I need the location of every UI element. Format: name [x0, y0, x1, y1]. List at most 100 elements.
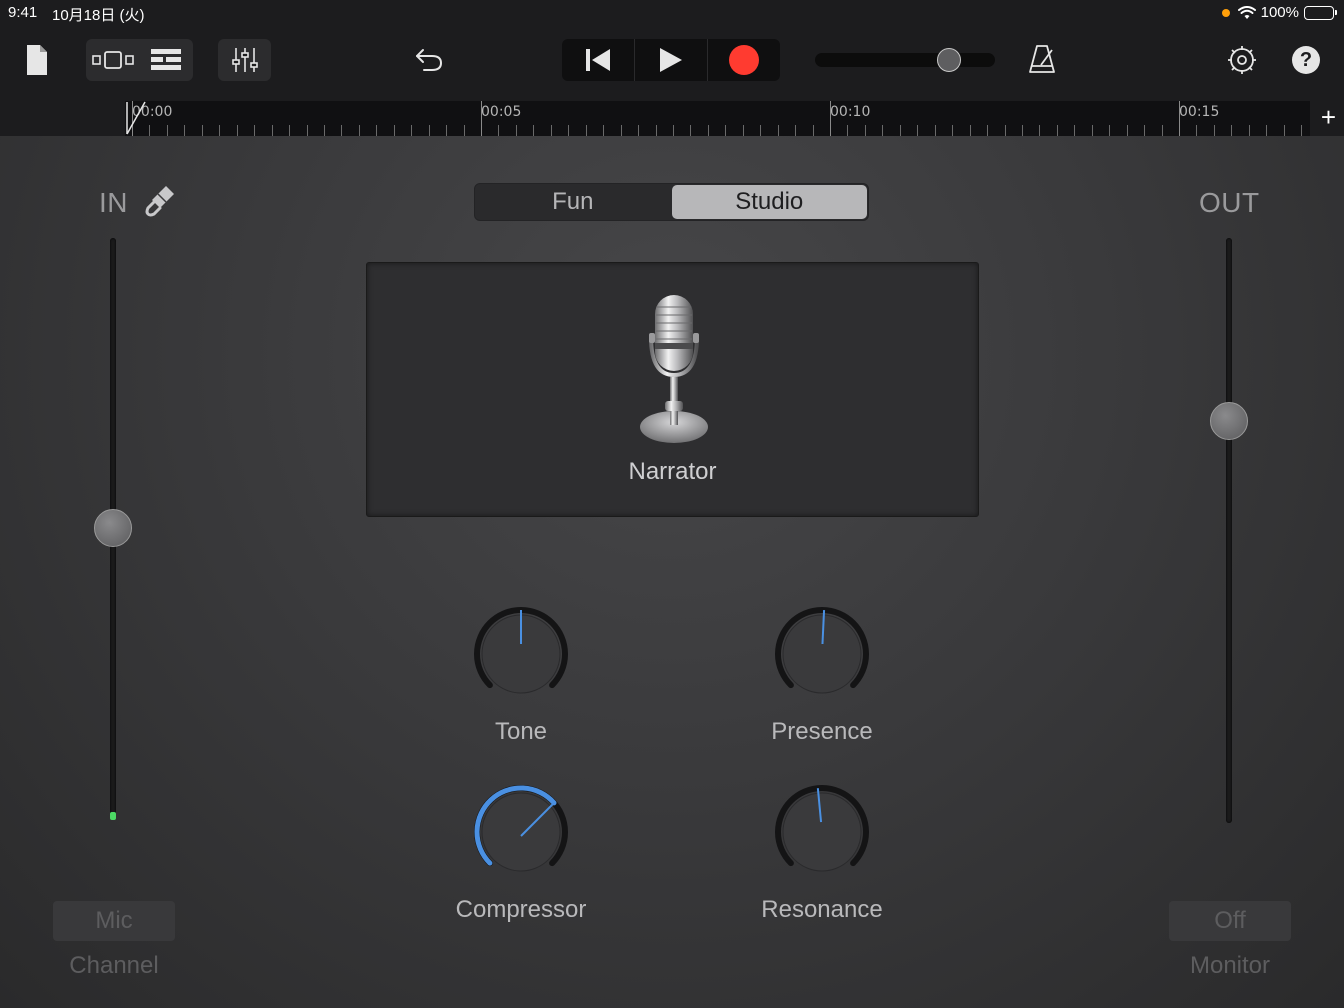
timeline-major-tick — [481, 101, 482, 136]
tracks-view-icon[interactable] — [142, 45, 190, 75]
timeline-tick — [1144, 125, 1146, 136]
output-level-slider[interactable] — [1210, 238, 1248, 823]
timeline-tick — [760, 125, 762, 136]
preset-name: Narrator — [628, 458, 717, 485]
timeline-tick — [917, 125, 919, 136]
undo-icon[interactable] — [410, 42, 448, 78]
timeline-tick — [254, 125, 256, 136]
compressor-knob-control: Compressor — [441, 782, 601, 924]
knob-body — [782, 792, 862, 872]
timeline-tick — [271, 125, 273, 136]
tone-knob[interactable] — [471, 604, 571, 704]
input-jack-icon[interactable] — [144, 184, 176, 218]
monitor-label: Monitor — [1189, 952, 1271, 979]
document-icon[interactable] — [22, 42, 52, 78]
timeline-tick — [882, 125, 884, 136]
play-icon[interactable] — [635, 39, 708, 81]
metronome-icon[interactable] — [1024, 40, 1060, 78]
timeline-tick — [341, 125, 343, 136]
view-group — [86, 39, 193, 81]
channel-label: Channel — [69, 952, 159, 979]
timeline-tick — [1161, 125, 1163, 136]
timeline-tick — [376, 125, 378, 136]
mixer-group — [218, 39, 271, 81]
input-level-slider[interactable] — [94, 238, 132, 818]
timeline-tick — [672, 125, 674, 136]
timeline-tick — [1056, 125, 1058, 136]
timeline-tick — [1039, 125, 1041, 136]
input-label: IN — [99, 187, 128, 218]
timeline-tick — [952, 125, 954, 136]
master-volume-slider[interactable] — [815, 48, 995, 72]
compressor-knob[interactable] — [471, 782, 571, 882]
input-level-knob[interactable] — [94, 509, 132, 547]
presence-knob[interactable] — [772, 604, 872, 704]
output-label: OUT — [1199, 187, 1260, 218]
timeline-tick — [498, 125, 500, 136]
rewind-icon[interactable] — [562, 39, 635, 81]
timeline-tick — [550, 125, 552, 136]
timeline-tick — [515, 125, 517, 136]
playhead[interactable] — [125, 100, 147, 136]
timeline-tick — [1213, 125, 1215, 136]
timeline-tick — [306, 125, 308, 136]
timeline-tick — [987, 125, 989, 136]
timeline-tick — [638, 125, 640, 136]
transport-controls — [562, 39, 780, 81]
timeline-tick — [969, 125, 971, 136]
timeline-tick — [812, 125, 814, 136]
presence-knob-control: Presence — [742, 604, 902, 746]
tone-knob-control: Tone — [441, 604, 601, 746]
battery-percent: 100% — [1260, 4, 1299, 21]
timeline-tick — [1266, 125, 1268, 136]
timeline-tick — [1196, 125, 1198, 136]
timeline-major-tick — [830, 101, 831, 136]
timeline-tick — [655, 125, 657, 136]
record-button[interactable] — [708, 39, 780, 81]
timeline-tick — [1074, 125, 1076, 136]
timeline-marker: 00:15 — [1179, 104, 1220, 120]
timeline-ruler[interactable]: 00:00 00:05 00:10 00:15 — [125, 101, 1310, 136]
compressor-label: Compressor — [455, 896, 587, 923]
timeline-tick — [1021, 125, 1023, 136]
timeline-tick — [323, 125, 325, 136]
status-bar: 9:41 10月18日 (火) 100% — [0, 0, 1344, 26]
status-date: 10月18日 (火) — [52, 7, 145, 24]
timeline-tick — [690, 125, 692, 136]
timeline-tick — [166, 125, 168, 136]
record-icon — [729, 45, 759, 75]
output-level-knob[interactable] — [1210, 402, 1248, 441]
mixer-icon[interactable] — [218, 39, 271, 81]
help-icon[interactable]: ? — [1292, 46, 1320, 74]
timeline-marker: 00:05 — [481, 104, 522, 120]
tone-label: Tone — [494, 718, 548, 745]
master-volume-knob[interactable] — [936, 48, 961, 72]
privacy-indicator — [1221, 8, 1230, 17]
timeline-tick — [446, 125, 448, 136]
audio-recorder-panel: IN Mic Channel OUT Off Monitor Fun Studi… — [0, 136, 1344, 1008]
timeline-tick — [411, 125, 413, 136]
timeline-tick — [864, 125, 866, 136]
timeline-tick — [742, 125, 744, 136]
timeline-tick — [1109, 125, 1111, 136]
monitor-button[interactable]: Off — [1169, 901, 1291, 941]
timeline-tick — [358, 125, 360, 136]
timeline-tick — [149, 125, 151, 136]
preset-selector[interactable]: Narrator — [366, 262, 979, 517]
resonance-knob[interactable] — [772, 782, 872, 882]
timeline-tick — [1126, 125, 1128, 136]
presence-label: Presence — [771, 718, 873, 745]
mode-option-fun[interactable]: Fun — [475, 184, 671, 220]
timeline-tick — [463, 125, 465, 136]
mode-option-studio[interactable]: Studio — [671, 185, 867, 219]
view-toggle-icon[interactable] — [88, 45, 138, 75]
status-time: 9:41 — [8, 4, 38, 21]
channel-button[interactable]: Mic — [53, 901, 175, 941]
timeline-tick — [1004, 125, 1006, 136]
add-section-button[interactable]: + — [1321, 104, 1336, 130]
timeline-tick — [428, 125, 430, 136]
timeline-tick — [707, 125, 709, 136]
settings-icon[interactable] — [1224, 42, 1260, 78]
battery-icon — [1304, 5, 1337, 20]
timeline-tick — [1091, 125, 1093, 136]
